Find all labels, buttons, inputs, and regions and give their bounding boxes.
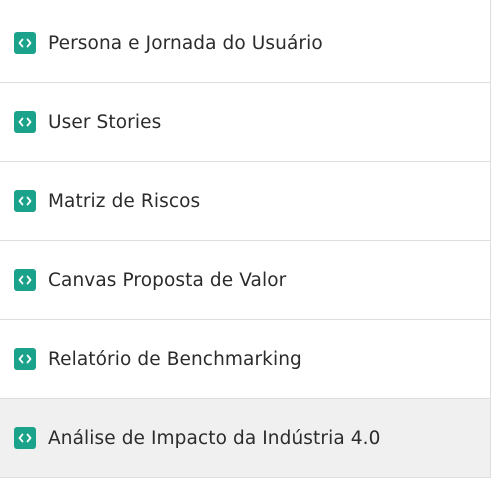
list-item-label: Matriz de Riscos	[48, 190, 201, 212]
list-item-canvas-proposta[interactable]: Canvas Proposta de Valor	[0, 241, 490, 320]
code-icon	[14, 269, 36, 291]
list-item-label: Canvas Proposta de Valor	[48, 269, 287, 291]
list-item-analise-impacto[interactable]: Análise de Impacto da Indústria 4.0	[0, 399, 490, 477]
list-item-persona-jornada[interactable]: Persona e Jornada do Usuário	[0, 4, 490, 83]
list-item-label: Persona e Jornada do Usuário	[48, 32, 323, 54]
list-item-relatorio-benchmarking[interactable]: Relatório de Benchmarking	[0, 320, 490, 399]
file-list: Persona e Jornada do Usuário User Storie…	[0, 0, 491, 478]
code-icon	[14, 111, 36, 133]
code-icon	[14, 32, 36, 54]
list-item-user-stories[interactable]: User Stories	[0, 83, 490, 162]
list-item-label: Análise de Impacto da Indústria 4.0	[48, 427, 381, 449]
code-icon	[14, 190, 36, 212]
list-item-matriz-riscos[interactable]: Matriz de Riscos	[0, 162, 490, 241]
list-item-label: User Stories	[48, 111, 162, 133]
list-item-label: Relatório de Benchmarking	[48, 348, 302, 370]
code-icon	[14, 348, 36, 370]
code-icon	[14, 427, 36, 449]
